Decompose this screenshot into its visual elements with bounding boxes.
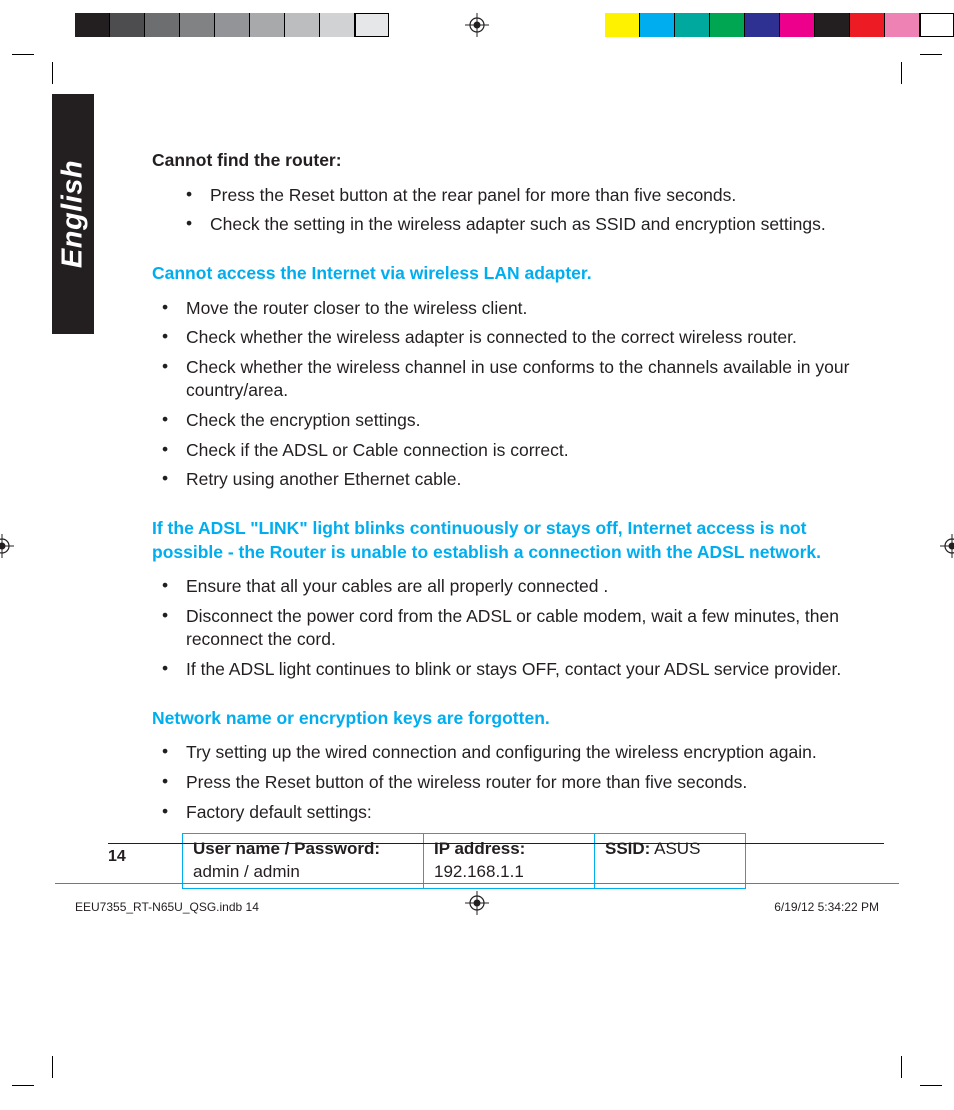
list-item: Check whether the wireless channel in us… bbox=[158, 353, 872, 406]
ssid-value: ASUS bbox=[650, 839, 700, 858]
list-item: Factory default settings: bbox=[158, 798, 872, 828]
table-cell: User name / Password: admin / admin bbox=[183, 834, 424, 889]
registration-mark-icon bbox=[465, 13, 489, 42]
registration-mark-icon bbox=[940, 534, 954, 563]
list-item: If the ADSL light continues to blink or … bbox=[158, 655, 872, 685]
list-item: Check if the ADSL or Cable connection is… bbox=[158, 436, 872, 466]
list-item: Check the setting in the wireless adapte… bbox=[182, 210, 872, 240]
printer-color-bar bbox=[0, 6, 954, 44]
list-item: Ensure that all your cables are all prop… bbox=[158, 572, 872, 602]
list-item: Disconnect the power cord from the ADSL … bbox=[158, 602, 872, 655]
page-number: 14 bbox=[108, 848, 126, 866]
list-adsl-link: Ensure that all your cables are all prop… bbox=[152, 572, 872, 685]
ip-value: 192.168.1.1 bbox=[434, 862, 524, 881]
grayscale-swatches bbox=[75, 13, 389, 37]
factory-defaults-table: User name / Password: admin / admin IP a… bbox=[182, 833, 746, 889]
trim-line bbox=[55, 883, 899, 884]
language-tab: English bbox=[52, 94, 94, 334]
list-item: Press the Reset button at the rear panel… bbox=[182, 181, 872, 211]
list-cannot-access-internet: Move the router closer to the wireless c… bbox=[152, 294, 872, 495]
footer-filename: EEU7355_RT-N65U_QSG.indb 14 bbox=[75, 900, 259, 914]
registration-mark-icon bbox=[465, 891, 489, 918]
page-content: Cannot find the router: Press the Reset … bbox=[152, 69, 872, 889]
list-item: Retry using another Ethernet cable. bbox=[158, 465, 872, 495]
list-item: Press the Reset button of the wireless r… bbox=[158, 768, 872, 798]
table-cell: SSID: ASUS bbox=[595, 834, 746, 889]
table-cell: IP address: 192.168.1.1 bbox=[424, 834, 595, 889]
list-item: Move the router closer to the wireless c… bbox=[158, 294, 872, 324]
heading-network-name-forgotten: Network name or encryption keys are forg… bbox=[152, 707, 872, 731]
color-swatches bbox=[605, 13, 954, 37]
registration-mark-icon bbox=[0, 534, 14, 563]
ip-label: IP address: bbox=[434, 839, 525, 858]
list-item: Check the encryption settings. bbox=[158, 406, 872, 436]
userpass-value: admin / admin bbox=[193, 862, 300, 881]
heading-cannot-access-internet: Cannot access the Internet via wireless … bbox=[152, 262, 872, 286]
heading-cannot-find-router: Cannot find the router: bbox=[152, 149, 872, 173]
page-rule bbox=[108, 843, 884, 844]
imposition-footer: EEU7355_RT-N65U_QSG.indb 14 6/19/12 5:34… bbox=[0, 900, 954, 914]
list-cannot-find-router: Press the Reset button at the rear panel… bbox=[152, 181, 872, 240]
list-network-name-forgotten: Try setting up the wired connection and … bbox=[152, 738, 872, 827]
heading-adsl-link: If the ADSL "LINK" light blinks continuo… bbox=[152, 517, 872, 564]
footer-timestamp: 6/19/12 5:34:22 PM bbox=[774, 900, 879, 914]
userpass-label: User name / Password: bbox=[193, 839, 380, 858]
list-item: Check whether the wireless adapter is co… bbox=[158, 323, 872, 353]
language-tab-label: English bbox=[57, 160, 90, 268]
list-item: Try setting up the wired connection and … bbox=[158, 738, 872, 768]
ssid-label: SSID: bbox=[605, 839, 650, 858]
